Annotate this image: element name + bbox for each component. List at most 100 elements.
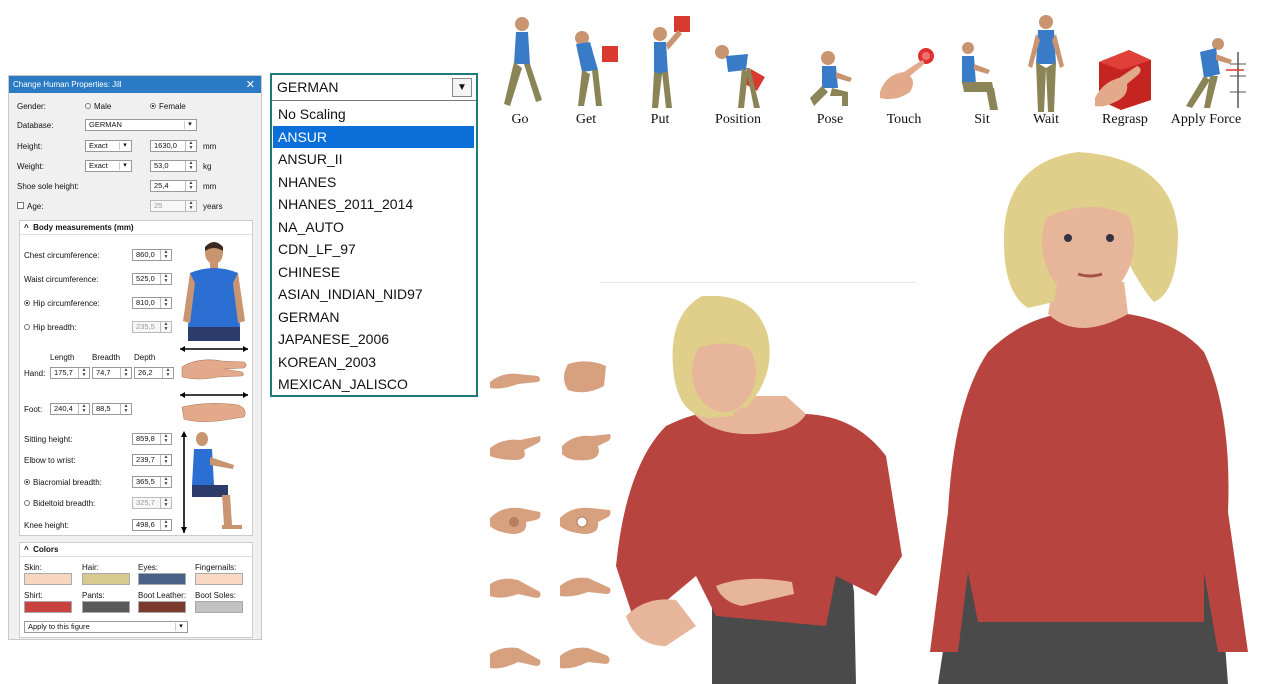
- spinner-arrows-icon[interactable]: ▲ ▼: [120, 368, 131, 378]
- kneeling-pose-figure-icon: [810, 51, 852, 106]
- hand-breadth-input[interactable]: 74,7 ▲ ▼: [92, 367, 132, 379]
- weight-unit: kg: [203, 162, 212, 171]
- height-input[interactable]: 1630,0 ▲ ▼: [150, 140, 197, 152]
- spinner-arrows-icon[interactable]: ▲ ▼: [185, 141, 196, 151]
- option-no-scaling[interactable]: No Scaling: [273, 103, 474, 126]
- spinner-arrows-icon[interactable]: ▲ ▼: [185, 161, 196, 171]
- grasp-pose-ring-icon: [560, 507, 611, 534]
- hand-length-input[interactable]: 175,7 ▲ ▼: [50, 367, 90, 379]
- spinner-arrows-icon[interactable]: ▲ ▼: [160, 520, 171, 530]
- sitting-height-input[interactable]: 859,8 ▲ ▼: [132, 433, 172, 445]
- spinner-arrows-icon[interactable]: ▲ ▼: [160, 298, 171, 308]
- action-regrasp[interactable]: Regrasp: [1085, 12, 1165, 136]
- panel-title-bar: Change Human Properties: Jill ✕: [9, 76, 261, 93]
- radio-selected-icon: [24, 478, 30, 485]
- hip-circumference-radio[interactable]: Hip circumference:: [24, 299, 100, 308]
- chest-input[interactable]: 860,0 ▲ ▼: [132, 249, 172, 261]
- close-icon[interactable]: ✕: [246, 78, 255, 91]
- biacromial-breadth-input[interactable]: 365,5 ▲ ▼: [132, 476, 172, 488]
- age-checkbox[interactable]: Age:: [17, 202, 43, 211]
- option-nhanes-2011-2014[interactable]: NHANES_2011_2014: [273, 193, 474, 216]
- weight-input[interactable]: 53,0 ▲ ▼: [150, 160, 197, 172]
- grasp-pose-hook-icon: [560, 647, 610, 669]
- body-measurements-header[interactable]: ^ Body measurements (mm): [20, 221, 252, 235]
- hand-depth-input[interactable]: 26,2 ▲ ▼: [134, 367, 174, 379]
- option-german[interactable]: GERMAN: [273, 306, 474, 329]
- option-japanese-2006[interactable]: JAPANESE_2006: [273, 328, 474, 351]
- radio-selected-icon: [150, 102, 156, 109]
- pants-color-swatch[interactable]: [82, 601, 130, 613]
- action-position[interactable]: Position: [698, 12, 778, 136]
- action-pose[interactable]: Pose: [790, 12, 870, 136]
- elbow-to-wrist-input[interactable]: 239,7 ▲ ▼: [132, 454, 172, 466]
- database-dropdown-selected[interactable]: GERMAN ▼: [272, 75, 476, 101]
- gender-male-radio[interactable]: Male: [85, 102, 111, 111]
- chevron-down-icon[interactable]: ▼: [452, 78, 472, 97]
- waist-input[interactable]: 525,0 ▲ ▼: [132, 273, 172, 285]
- hip-circumference-input[interactable]: 810,0 ▲ ▼: [132, 297, 172, 309]
- option-mexican-jalisco[interactable]: MEXICAN_JALISCO: [273, 373, 474, 396]
- action-get[interactable]: Get: [546, 12, 626, 136]
- option-na-auto[interactable]: NA_AUTO: [273, 216, 474, 239]
- fingernails-color-swatch[interactable]: [195, 573, 243, 585]
- option-korean-2003[interactable]: KOREAN_2003: [273, 351, 474, 374]
- option-chinese[interactable]: CHINESE: [273, 261, 474, 284]
- action-wait[interactable]: Wait: [1006, 12, 1086, 136]
- spinner-arrows-icon[interactable]: ▲ ▼: [160, 250, 171, 260]
- grasp-pose-fist-icon: [564, 361, 606, 393]
- option-nhanes[interactable]: NHANES: [273, 171, 474, 194]
- biacromial-breadth-radio[interactable]: Biacromial breadth:: [24, 478, 102, 487]
- spinner-arrows-icon[interactable]: ▲ ▼: [120, 404, 131, 414]
- database-select[interactable]: GERMAN ▾: [85, 119, 197, 131]
- colors-header[interactable]: ^ Colors: [20, 543, 252, 557]
- radio-icon: [24, 499, 30, 506]
- apply-to-figure-select[interactable]: Apply to this figure ▾: [24, 621, 188, 633]
- spinner-arrows-icon[interactable]: ▲ ▼: [185, 181, 196, 191]
- shirt-color-label: Shirt:: [24, 591, 43, 600]
- option-asian-indian-nid97[interactable]: ASIAN_INDIAN_NID97: [273, 283, 474, 306]
- spinner-arrows-icon[interactable]: ▲ ▼: [160, 434, 171, 444]
- chevron-down-icon: ▾: [119, 162, 130, 170]
- option-ansur-ii[interactable]: ANSUR_II: [273, 148, 474, 171]
- boot-leather-color-swatch[interactable]: [138, 601, 186, 613]
- height-mode-select[interactable]: Exact ▾: [85, 140, 132, 152]
- action-touch-label: Touch: [886, 112, 922, 127]
- spinner-arrows-icon[interactable]: ▲ ▼: [78, 368, 89, 378]
- boot-soles-color-swatch[interactable]: [195, 601, 243, 613]
- chevron-down-icon: ▾: [119, 142, 130, 150]
- option-cdn-lf-97[interactable]: CDN_LF_97: [273, 238, 474, 261]
- bideltoid-breadth-radio[interactable]: Bideltoid breadth:: [24, 499, 95, 508]
- weight-mode-select[interactable]: Exact ▾: [85, 160, 132, 172]
- shoe-sole-input[interactable]: 25,4 ▲ ▼: [150, 180, 197, 192]
- foot-label: Foot:: [24, 405, 43, 414]
- eyes-color-label: Eyes:: [138, 563, 159, 572]
- gender-female-radio[interactable]: Female: [150, 102, 186, 111]
- shoe-sole-unit: mm: [203, 182, 217, 191]
- database-dropdown[interactable]: GERMAN ▼ No Scaling ANSUR ANSUR_II NHANE…: [270, 73, 478, 397]
- spinner-arrows-icon[interactable]: ▲ ▼: [162, 368, 173, 378]
- knee-height-input[interactable]: 498,6 ▲ ▼: [132, 519, 172, 531]
- spinner-arrows-icon[interactable]: ▲ ▼: [78, 404, 89, 414]
- spinner-arrows-icon[interactable]: ▲ ▼: [160, 274, 171, 284]
- spinner-arrows-icon: ▲ ▼: [160, 498, 171, 508]
- hand-depth-header: Depth: [134, 353, 156, 362]
- option-ansur[interactable]: ANSUR: [273, 125, 474, 148]
- foot-breadth-input[interactable]: 88,5 ▲ ▼: [92, 403, 132, 415]
- skin-color-swatch[interactable]: [24, 573, 72, 585]
- hip-breadth-input: 235,5 ▲ ▼: [132, 321, 172, 333]
- action-touch[interactable]: Touch: [864, 12, 944, 136]
- change-human-properties-panel: Change Human Properties: Jill ✕ Gender: …: [8, 75, 262, 640]
- eyes-color-swatch[interactable]: [138, 573, 186, 585]
- hair-color-swatch[interactable]: [82, 573, 130, 585]
- panel-title: Change Human Properties: Jill: [13, 80, 122, 89]
- divider: [600, 282, 915, 283]
- action-put[interactable]: Put: [620, 12, 700, 136]
- spinner-arrows-icon[interactable]: ▲ ▼: [160, 455, 171, 465]
- shirt-color-swatch[interactable]: [24, 601, 72, 613]
- spinner-arrows-icon[interactable]: ▲ ▼: [160, 477, 171, 487]
- hand-breadth-header: Breadth: [92, 353, 121, 362]
- hip-breadth-radio[interactable]: Hip breadth:: [24, 323, 77, 332]
- foot-length-input[interactable]: 240,4 ▲ ▼: [50, 403, 90, 415]
- action-apply-force[interactable]: Apply Force: [1166, 12, 1246, 136]
- collapse-chevron-icon: ^: [24, 545, 29, 554]
